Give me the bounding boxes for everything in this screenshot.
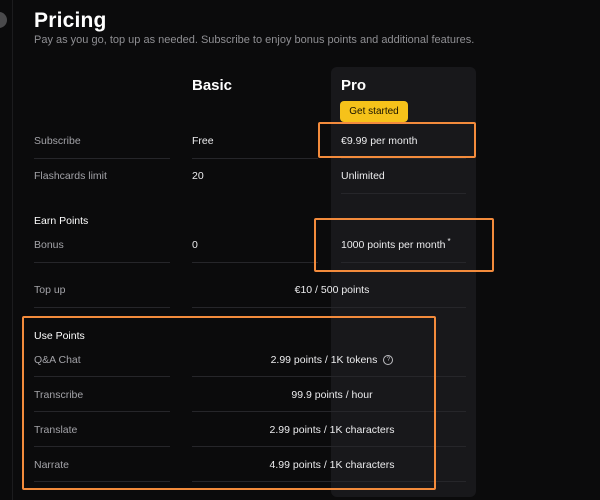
basic-plan-name: Basic [192,77,233,94]
get-started-button[interactable]: Get started [340,101,408,122]
row-divider [34,158,170,159]
flashcards-label: Flashcards limit [34,170,107,182]
topup-value: €10 / 500 points [294,284,370,296]
sidebar-divider [12,0,13,500]
pro-plan-name: Pro [341,77,367,94]
highlight-box-bonus [314,218,494,272]
flashcards-basic-value: 20 [192,170,204,182]
subscribe-label: Subscribe [34,135,81,147]
earn-points-heading: Earn Points [34,215,89,227]
row-divider [192,262,318,263]
flashcards-pro-value: Unlimited [341,170,385,182]
topup-label: Top up [34,284,66,296]
subscribe-basic-value: Free [192,135,214,147]
page-title: Pricing [34,9,107,32]
bonus-basic-value: 0 [192,239,198,251]
row-divider [34,307,170,308]
row-divider [192,158,318,159]
row-divider [34,262,170,263]
highlight-box-subscribe-price [318,122,476,158]
page-subtitle: Pay as you go, top up as needed. Subscri… [34,34,475,46]
bonus-label: Bonus [34,239,64,251]
row-divider [192,307,466,308]
row-divider [341,158,466,159]
window-edge-dot [0,12,7,28]
highlight-box-use-points [22,316,436,490]
row-divider [341,193,466,194]
